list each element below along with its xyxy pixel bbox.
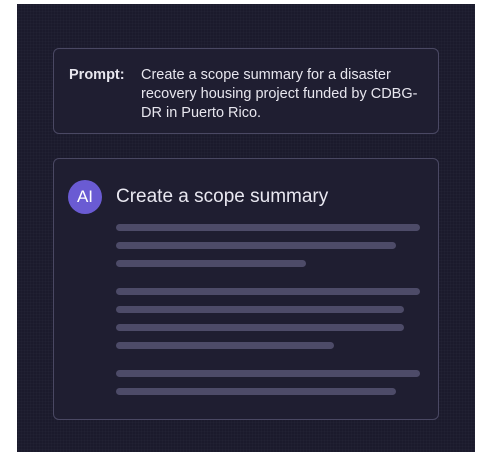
response-card: AI Create a scope summary <box>53 158 439 420</box>
prompt-label: Prompt: <box>69 67 125 83</box>
ai-avatar: AI <box>68 180 102 214</box>
prompt-card: Prompt: Create a scope summary for a dis… <box>53 48 439 134</box>
placeholder-text-line <box>116 370 420 377</box>
placeholder-text-line <box>116 388 396 395</box>
placeholder-text-line <box>116 342 334 349</box>
placeholder-text-line <box>116 288 420 295</box>
placeholder-text-line <box>116 224 420 231</box>
placeholder-text-line <box>116 324 404 331</box>
placeholder-text-line <box>116 260 306 267</box>
placeholder-text-line <box>116 306 404 313</box>
app-canvas: Prompt: Create a scope summary for a dis… <box>17 4 475 452</box>
placeholder-text-line <box>116 242 396 249</box>
response-title: Create a scope summary <box>116 186 329 207</box>
prompt-text: Create a scope summary for a disaster re… <box>141 67 418 121</box>
